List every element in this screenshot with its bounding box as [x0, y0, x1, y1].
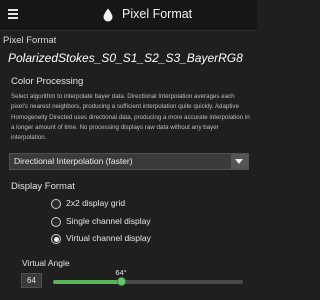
- color-processing-heading: Color Processing: [11, 76, 84, 87]
- radio-dot: [53, 236, 59, 242]
- pixel-format-label: Pixel Format: [3, 35, 57, 46]
- panel-title: Pixel Format: [122, 7, 193, 21]
- pixel-format-panel: Pixel Format Pixel Format PolarizedStoke…: [0, 0, 257, 300]
- color-processing-dropdown[interactable]: Directional Interpolation (faster): [9, 153, 249, 170]
- radio-label: Single channel display: [66, 216, 151, 226]
- radio-button[interactable]: [51, 217, 61, 227]
- dropdown-toggle[interactable]: [231, 154, 248, 169]
- virtual-angle-slider[interactable]: 64°: [53, 268, 243, 290]
- title-bar: Pixel Format: [0, 0, 257, 31]
- chevron-down-icon: [235, 159, 243, 164]
- radio-button[interactable]: [51, 199, 61, 209]
- radio-label: Virtual channel display: [66, 233, 151, 243]
- virtual-angle-input[interactable]: 64: [21, 273, 42, 288]
- display-format-heading: Display Format: [11, 181, 75, 192]
- slider-value-label: 64°: [115, 268, 127, 277]
- slider-fill: [53, 280, 121, 284]
- droplet-icon: [103, 8, 113, 22]
- dropdown-selected-value: Directional Interpolation (faster): [14, 156, 133, 166]
- pixel-format-value: PolarizedStokes_S0_S1_S2_S3_BayerRG8: [8, 51, 243, 65]
- slider-thumb[interactable]: [116, 277, 126, 286]
- hamburger-menu-icon[interactable]: [8, 9, 18, 20]
- color-processing-description: Select algorithm to interpolate bayer da…: [11, 93, 250, 142]
- radio-button[interactable]: [51, 234, 61, 244]
- virtual-angle-heading: Virtual Angle: [22, 258, 70, 268]
- radio-label: 2x2 display grid: [66, 198, 126, 208]
